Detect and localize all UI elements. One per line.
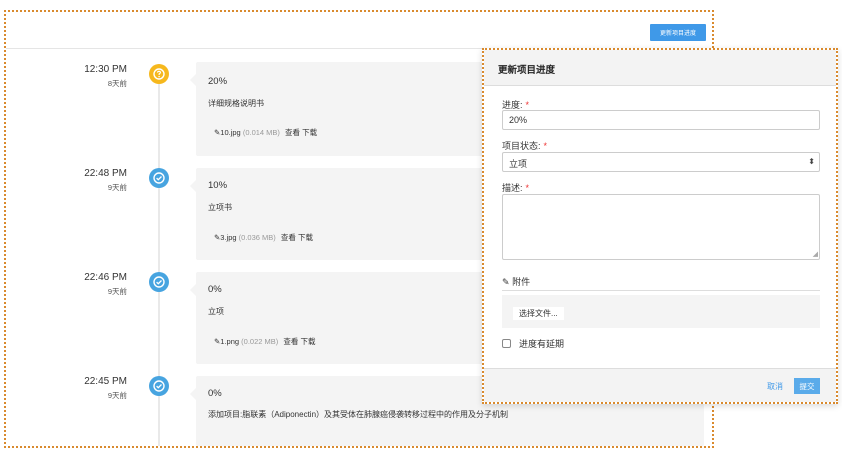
attachment-size: (0.014 MB) bbox=[242, 128, 280, 137]
entry-description: 立项 bbox=[208, 307, 224, 316]
select-arrows-icon: ⬍ bbox=[808, 157, 815, 166]
check-circle-icon bbox=[153, 276, 165, 288]
attachment-filename[interactable]: 3.jpg bbox=[220, 233, 236, 242]
entry-description: 详细规格说明书 bbox=[208, 99, 264, 108]
check-circle-icon bbox=[153, 172, 165, 184]
status-selected-value: 立项 bbox=[509, 159, 528, 169]
entry-progress: 0% bbox=[208, 284, 222, 295]
entry-attachment: ✎10.jpg (0.014 MB) 查看 下载 bbox=[214, 127, 317, 138]
check-circle-icon bbox=[153, 380, 165, 392]
attachment-size: (0.022 MB) bbox=[241, 337, 279, 346]
download-link[interactable]: 下载 bbox=[298, 233, 313, 242]
entry-progress: 20% bbox=[208, 76, 228, 87]
progress-label-text: 进度: bbox=[502, 100, 523, 110]
required-mark: * bbox=[525, 100, 530, 110]
attachment-section-label: ✎ 附件 bbox=[502, 275, 530, 288]
cancel-button[interactable]: 取消 bbox=[767, 381, 783, 392]
description-label-text: 描述: bbox=[502, 183, 523, 193]
download-link[interactable]: 下载 bbox=[300, 337, 315, 346]
attachment-size: (0.036 MB) bbox=[238, 233, 276, 242]
delay-checkbox-label: 进度有延期 bbox=[519, 339, 565, 349]
entry-ago: 9天前 bbox=[107, 287, 127, 296]
entry-ago: 9天前 bbox=[107, 391, 127, 400]
entry-description: 立项书 bbox=[208, 203, 232, 212]
status-dot-done bbox=[149, 376, 169, 396]
progress-input[interactable] bbox=[502, 110, 820, 130]
download-link[interactable]: 下载 bbox=[302, 128, 317, 137]
attachment-section-text: 附件 bbox=[512, 277, 531, 287]
paperclip-icon: ✎ bbox=[502, 277, 510, 287]
delay-checkbox[interactable] bbox=[502, 339, 511, 348]
update-progress-dialog: 更新项目进度 进度:* 项目状态:* 立项 ⬍ 描述:* ◢ ✎ 附件 选择文件… bbox=[482, 48, 838, 404]
dialog-title: 更新项目进度 bbox=[498, 65, 556, 76]
file-upload-zone: 选择文件... bbox=[502, 295, 820, 328]
choose-file-button[interactable]: 选择文件... bbox=[512, 306, 565, 321]
view-link[interactable]: 查看 bbox=[281, 233, 296, 242]
resize-grip-icon[interactable]: ◢ bbox=[813, 250, 818, 258]
required-mark: * bbox=[543, 141, 548, 151]
delay-checkbox-row[interactable]: 进度有延期 bbox=[502, 337, 564, 350]
dialog-header: 更新项目进度 bbox=[484, 50, 836, 86]
entry-description: 添加项目:脂联素（Adiponectin）及其受体在肺腺癌侵袭转移过程中的作用及… bbox=[208, 410, 509, 419]
status-label-text: 项目状态: bbox=[502, 141, 541, 151]
entry-time: 22:48 PM bbox=[84, 168, 127, 179]
dialog-footer: 取消 提交 bbox=[484, 368, 836, 402]
required-mark: * bbox=[525, 183, 530, 193]
entry-time: 22:46 PM bbox=[84, 272, 127, 283]
status-dot-pending bbox=[149, 64, 169, 84]
status-label: 项目状态: * bbox=[502, 139, 547, 152]
view-link[interactable]: 查看 bbox=[283, 337, 298, 346]
entry-time: 22:45 PM bbox=[84, 376, 127, 387]
status-dot-done bbox=[149, 272, 169, 292]
entry-ago: 8天前 bbox=[107, 79, 127, 88]
attachment-filename[interactable]: 1.png bbox=[220, 337, 239, 346]
description-label: 描述: * bbox=[502, 181, 529, 194]
update-progress-button[interactable]: 更新项目进度 bbox=[650, 24, 706, 41]
description-textarea[interactable]: ◢ bbox=[502, 194, 820, 260]
entry-progress: 10% bbox=[208, 180, 228, 191]
view-link[interactable]: 查看 bbox=[285, 128, 300, 137]
status-dot-done bbox=[149, 168, 169, 188]
entry-ago: 9天前 bbox=[107, 183, 127, 192]
entry-time: 12:30 PM bbox=[84, 64, 127, 75]
attachment-divider bbox=[502, 290, 820, 291]
status-select[interactable]: 立项 ⬍ bbox=[502, 152, 820, 172]
attachment-filename[interactable]: 10.jpg bbox=[220, 128, 240, 137]
entry-attachment: ✎1.png (0.022 MB) 查看 下载 bbox=[214, 336, 315, 347]
entry-progress: 0% bbox=[208, 388, 222, 399]
question-icon bbox=[153, 68, 165, 80]
submit-button[interactable]: 提交 bbox=[794, 378, 820, 394]
entry-attachment: ✎3.jpg (0.036 MB) 查看 下载 bbox=[214, 232, 313, 243]
